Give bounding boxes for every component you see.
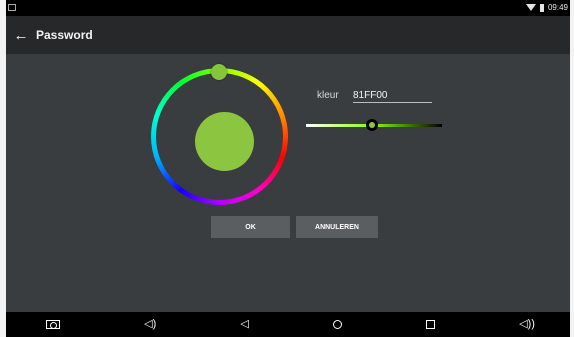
wifi-icon [525,4,536,11]
color-picker-dialog: kleur 81FF00 OK ANNULEREN [6,54,570,312]
volume-down-icon[interactable]: ◁) [144,319,156,330]
navigation-bar: ◁) ◁ ◁)) [6,312,570,337]
status-time: 09:49 [547,3,568,12]
status-bar: 09:49 [6,0,570,16]
color-wheel[interactable] [151,64,288,205]
home-icon[interactable] [332,320,342,329]
back-icon[interactable]: ◁ [240,319,248,330]
ok-button[interactable]: OK [211,216,290,238]
color-wheel-inner [156,73,283,200]
color-hex-input[interactable]: 81FF00 [353,90,432,103]
page-title: Password [36,28,93,42]
back-arrow-icon[interactable]: ← [6,27,36,44]
camera-icon[interactable] [46,320,60,329]
status-indicators: 09:49 [525,3,568,12]
brightness-slider-thumb-dot [369,122,375,128]
cancel-button[interactable]: ANNULEREN [296,216,378,238]
notification-icon [8,4,16,11]
selected-color-swatch [195,112,254,171]
volume-up-icon[interactable]: ◁)) [519,319,535,330]
recent-apps-icon[interactable] [426,320,436,329]
app-bar: ← Password [6,16,570,54]
color-label: kleur [317,90,339,101]
color-wheel-handle[interactable] [211,64,227,80]
device-screen: 09:49 ← Password kleur 81FF00 OK ANNULER… [6,0,570,337]
battery-icon [539,3,544,12]
brightness-slider-thumb[interactable] [366,119,378,131]
